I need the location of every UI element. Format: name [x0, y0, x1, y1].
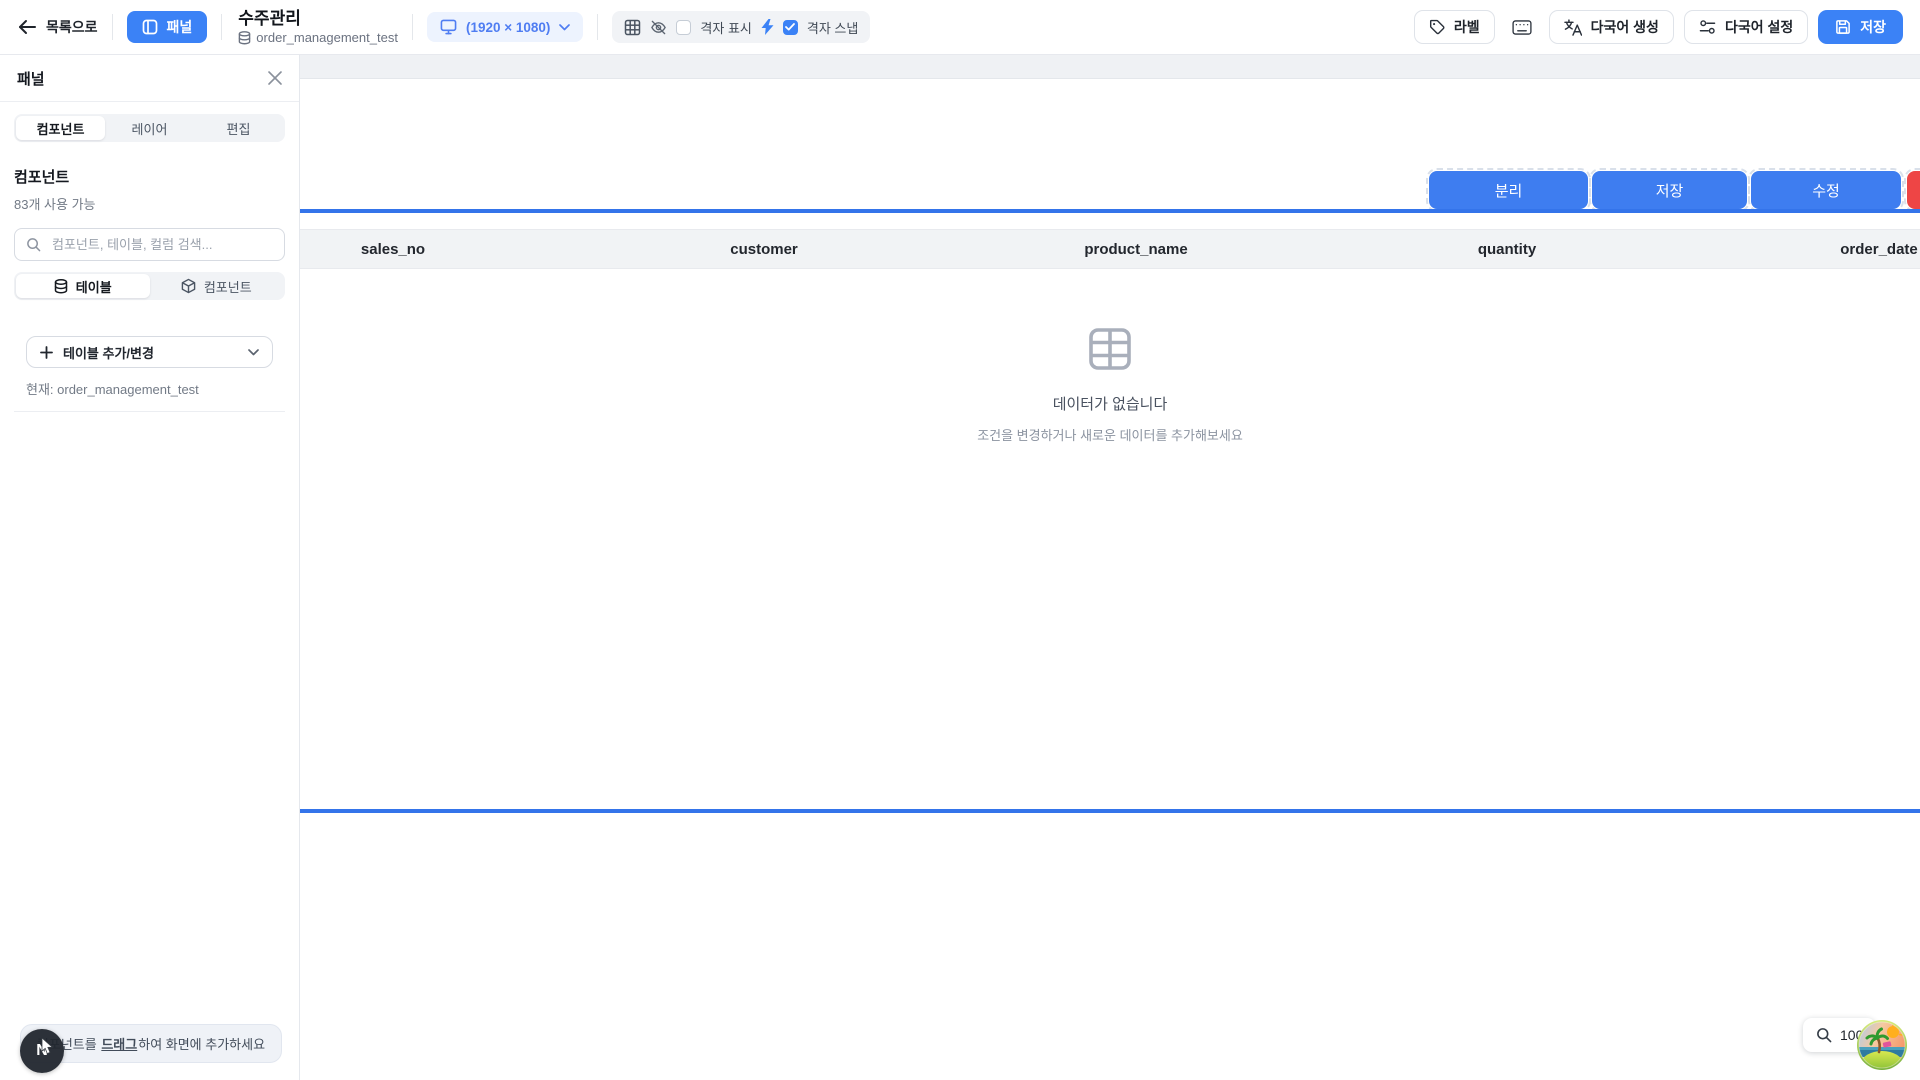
panel-button-label: 패널 [167, 17, 193, 37]
topbar-divider [412, 14, 413, 40]
tab-components[interactable]: 컴포넌트 [16, 116, 105, 140]
panel-toggle-button[interactable]: 패널 [127, 11, 208, 43]
translate-icon [1564, 19, 1582, 36]
i18n-settings-button[interactable]: 다국어 설정 [1684, 10, 1808, 44]
tab-layers[interactable]: 레이어 [105, 116, 194, 140]
magnifier-icon [1816, 1027, 1832, 1043]
topbar: 목록으로 패널 수주관리 orde [0, 0, 1920, 55]
grid-snap-label: 격자 스냅 [807, 18, 858, 37]
table-column-header[interactable]: quantity [1321, 230, 1693, 268]
keyboard-icon [1512, 20, 1532, 35]
add-change-table-button[interactable]: 테이블 추가/변경 [26, 336, 273, 368]
empty-table-grid-icon [1088, 327, 1132, 371]
components-available-count: 83개 사용 가능 [14, 194, 285, 213]
table-empty-state: 데이터가 없습니다 조건을 변경하거나 새로운 데이터를 추가해보세요 [300, 327, 1920, 444]
grid-show-label: 격자 표시 [700, 18, 751, 37]
screen-size-value: (1920 × 1080) [466, 20, 550, 35]
lightning-icon [761, 19, 774, 35]
table-column-header[interactable]: product_name [950, 230, 1322, 268]
close-icon [267, 70, 283, 86]
canvas-button-separate[interactable]: 분리 [1429, 171, 1588, 209]
panel-title: 패널 [17, 68, 45, 89]
bound-table-reference: order_management_test [238, 31, 398, 45]
panel-icon [142, 19, 158, 35]
back-to-list-button[interactable]: 목록으로 [18, 17, 98, 37]
cube-icon [181, 278, 196, 294]
grid-snap-checkbox[interactable] [783, 20, 798, 35]
screen-size-selector[interactable]: (1920 × 1080) [427, 12, 583, 42]
monitor-icon [440, 19, 457, 35]
component-search-box[interactable] [14, 228, 285, 261]
i18n-settings-text: 다국어 설정 [1725, 17, 1793, 37]
add-table-button-label: 테이블 추가/변경 [63, 343, 154, 362]
search-icon [26, 237, 41, 252]
sliders-icon [1699, 19, 1716, 35]
current-table-label: 현재: order_management_test [26, 379, 273, 398]
topbar-divider [112, 14, 113, 40]
save-button[interactable]: 저장 [1818, 10, 1903, 44]
keyboard-shortcuts-button[interactable] [1505, 14, 1539, 40]
grid-icon [624, 19, 641, 36]
topbar-divider [597, 14, 598, 40]
mouse-cursor-icon [41, 1038, 54, 1055]
chevron-down-icon [248, 349, 259, 356]
panel-tab-bar: 컴포넌트 레이어 편집 [14, 114, 285, 142]
plus-icon [40, 346, 53, 359]
canvas-button-danger-clipped[interactable] [1907, 171, 1920, 209]
grid-show-checkbox[interactable] [676, 20, 691, 35]
label-button-text: 라벨 [1454, 17, 1480, 37]
empty-state-subtitle: 조건을 변경하거나 새로운 데이터를 추가해보세요 [300, 425, 1920, 444]
source-type-toggle: 테이블 컴포넌트 [14, 272, 285, 300]
tag-icon [1429, 19, 1445, 35]
panel-close-button[interactable] [264, 67, 286, 89]
component-panel: 패널 컴포넌트 레이어 편집 컴포넌트 83개 사용 가능 [0, 55, 300, 1080]
save-disk-icon [1835, 19, 1851, 35]
panel-header: 패널 [0, 55, 299, 102]
empty-state-title: 데이터가 없습니다 [300, 393, 1920, 414]
search-input[interactable] [50, 236, 273, 253]
source-tab-table-label: 테이블 [76, 277, 112, 296]
components-section-title: 컴포넌트 [14, 166, 285, 187]
island-extension-badge[interactable] [1856, 1019, 1908, 1071]
app-window: 분리 저장 수정 sales_no customer product_name … [0, 0, 1920, 1080]
table-ref-label: order_management_test [256, 31, 398, 44]
title-block: 수주관리 order_management_test [238, 10, 398, 45]
canvas-button-save[interactable]: 저장 [1592, 171, 1747, 209]
canvas-button-edit[interactable]: 수정 [1751, 171, 1901, 209]
i18n-generate-text: 다국어 생성 [1591, 17, 1659, 37]
i18n-generate-button[interactable]: 다국어 생성 [1549, 10, 1674, 44]
panel-divider [14, 411, 285, 412]
source-tab-component[interactable]: 컴포넌트 [150, 274, 284, 298]
table-column-header[interactable]: customer [578, 230, 950, 268]
chevron-down-icon [559, 24, 570, 31]
eye-off-icon [650, 19, 667, 36]
database-icon [54, 279, 68, 294]
drag-hint-highlight: 드래그 [101, 1037, 137, 1052]
label-button[interactable]: 라벨 [1414, 10, 1495, 44]
source-tab-component-label: 컴포넌트 [204, 277, 252, 296]
source-tab-table[interactable]: 테이블 [16, 274, 150, 298]
database-icon [238, 31, 251, 45]
topbar-right-group: 라벨 [1414, 10, 1903, 44]
save-button-text: 저장 [1860, 17, 1886, 37]
grid-options-group: 격자 표시 격자 스냅 [612, 11, 870, 43]
topbar-divider [221, 14, 222, 40]
back-label: 목록으로 [46, 17, 98, 37]
panel-body: 컴포넌트 83개 사용 가능 [0, 166, 299, 412]
tab-edit[interactable]: 편집 [194, 116, 283, 140]
drag-hint-part2: 하여 화면에 추가하세요 [138, 1037, 265, 1052]
table-column-header[interactable]: order_date [1693, 230, 1920, 268]
back-arrow-icon [18, 19, 37, 35]
page-title: 수주관리 [238, 10, 398, 27]
